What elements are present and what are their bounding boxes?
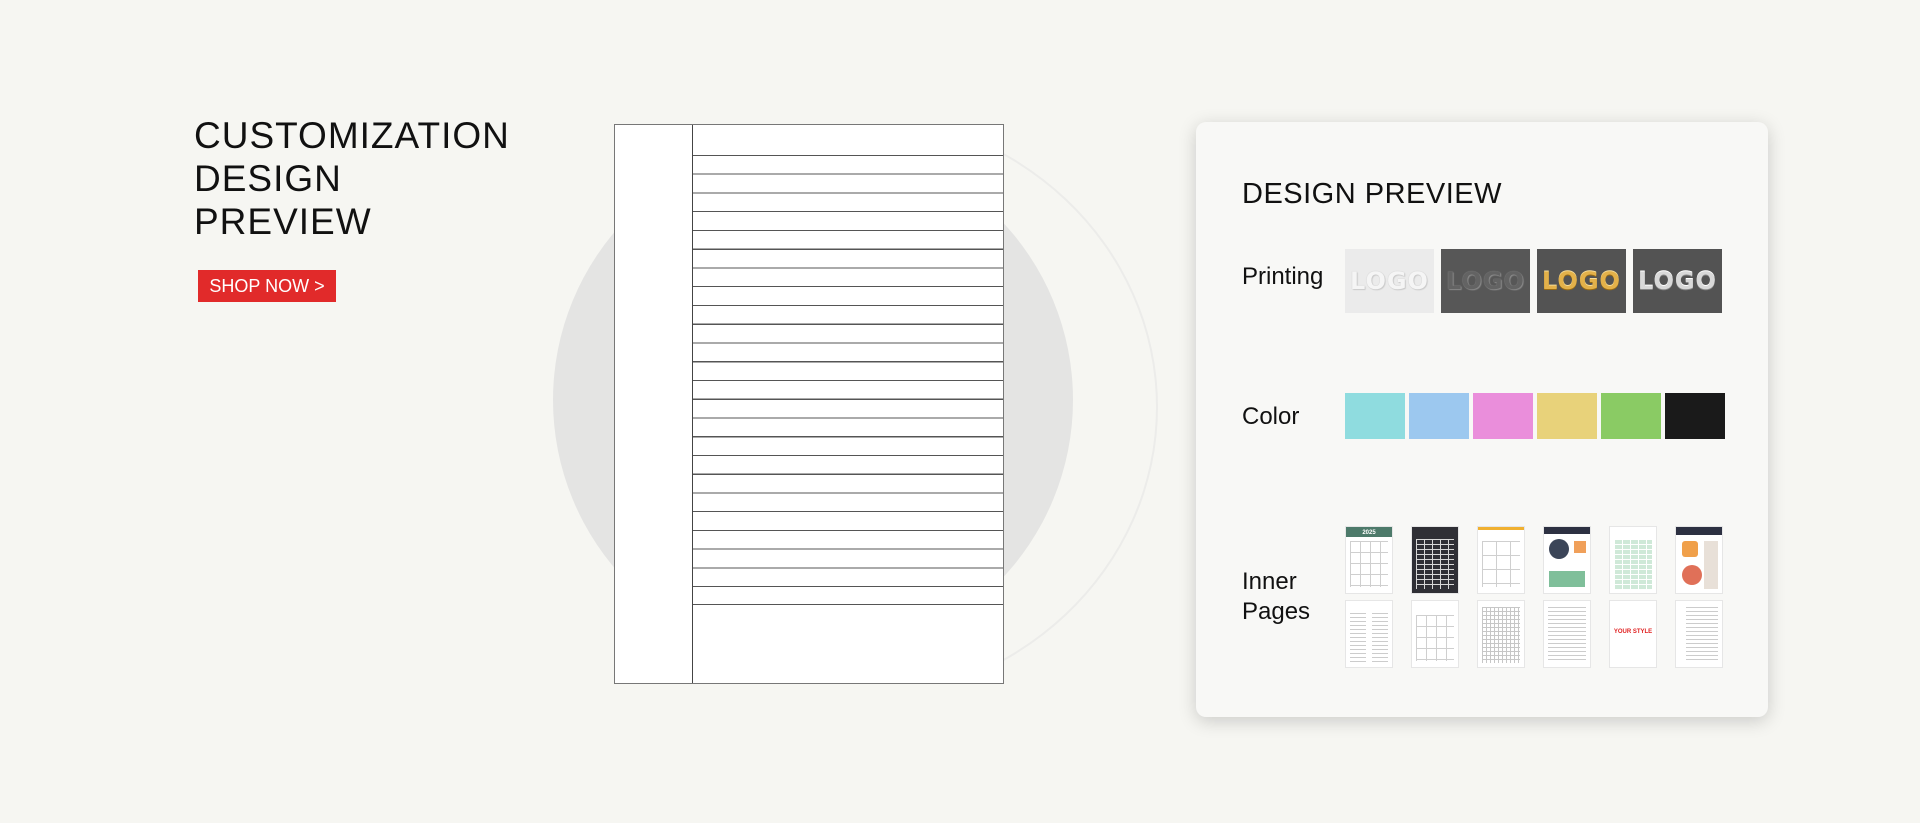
color-swatch-green[interactable] <box>1601 393 1661 439</box>
thumb-circle-shape <box>1682 565 1702 585</box>
thumb-calendar-grid <box>1350 541 1388 587</box>
thumb-square-shape <box>1682 541 1698 557</box>
thumb-lines <box>1686 607 1718 663</box>
printing-option-silver-foil[interactable]: LOGO <box>1633 249 1722 313</box>
inner-page-weekly-list[interactable] <box>1345 600 1393 668</box>
color-options <box>1345 393 1725 439</box>
inner-page-yearly-calendar[interactable]: 2025 <box>1345 526 1393 594</box>
hero-title: CUSTOMIZATION DESIGN PREVIEW <box>194 114 510 243</box>
notebook-ruled-lines <box>693 155 1003 605</box>
thumb-fine-grid <box>1482 607 1520 663</box>
inner-page-lined-2[interactable] <box>1675 600 1723 668</box>
thumb-table-grid <box>1416 539 1454 589</box>
inner-page-dark-header-planner[interactable] <box>1675 526 1723 594</box>
color-swatch-pink[interactable] <box>1473 393 1533 439</box>
inner-pages-label: Inner Pages <box>1242 567 1310 627</box>
inner-page-dark-table[interactable] <box>1411 526 1459 594</box>
design-preview-card: DESIGN PREVIEW Printing LOGO LOGO LOGO L… <box>1196 122 1768 717</box>
color-label: Color <box>1242 403 1300 430</box>
color-swatch-blue[interactable] <box>1409 393 1469 439</box>
inner-page-habit-boxes[interactable] <box>1477 526 1525 594</box>
printing-label: Printing <box>1242 263 1324 290</box>
thumb-your-style-label: YOUR STYLE <box>1613 629 1653 635</box>
hero-title-line-2: DESIGN <box>194 158 342 199</box>
thumb-year-label: 2025 <box>1362 530 1376 536</box>
inner-pages-label-line-2: Pages <box>1242 598 1311 625</box>
hero-title-line-3: PREVIEW <box>194 201 372 242</box>
design-preview-title: DESIGN PREVIEW <box>1242 178 1502 210</box>
hero-title-line-1: CUSTOMIZATION <box>194 115 510 156</box>
inner-page-green-table[interactable] <box>1609 526 1657 594</box>
shop-now-button[interactable]: SHOP NOW > <box>198 270 336 302</box>
inner-pages-label-line-1: Inner <box>1242 568 1297 595</box>
thumb-calendar-grid <box>1416 615 1454 661</box>
thumb-circle-shape <box>1549 539 1569 559</box>
inner-pages-grid: 2025 YOUR STYLE <box>1345 526 1723 668</box>
printing-option-dark-deboss[interactable]: LOGO <box>1441 249 1530 313</box>
inner-page-lined[interactable] <box>1543 600 1591 668</box>
color-swatch-black[interactable] <box>1665 393 1725 439</box>
thumb-rect-shape <box>1549 571 1585 587</box>
printing-options: LOGO LOGO LOGO LOGO <box>1345 249 1722 313</box>
thumb-header <box>1478 527 1524 537</box>
printing-option-white-emboss[interactable]: LOGO <box>1345 249 1434 313</box>
thumb-header <box>1544 527 1590 534</box>
notebook-page-preview <box>614 124 1004 684</box>
thumb-header <box>1676 527 1722 535</box>
inner-page-colorful-planner[interactable] <box>1543 526 1591 594</box>
inner-page-grid[interactable] <box>1477 600 1525 668</box>
thumb-square-shape <box>1574 541 1586 553</box>
thumb-lines-right <box>1372 613 1388 663</box>
printing-option-gold-foil[interactable]: LOGO <box>1537 249 1626 313</box>
color-swatch-yellow[interactable] <box>1537 393 1597 439</box>
thumb-side-panel <box>1704 541 1718 589</box>
thumb-table-grid <box>1614 539 1652 589</box>
thumb-lines-left <box>1350 613 1366 663</box>
thumb-lines <box>1548 607 1586 663</box>
inner-page-monthly-calendar[interactable] <box>1411 600 1459 668</box>
color-swatch-cyan[interactable] <box>1345 393 1405 439</box>
thumb-box-grid <box>1482 541 1520 587</box>
inner-page-custom-style[interactable]: YOUR STYLE <box>1609 600 1657 668</box>
